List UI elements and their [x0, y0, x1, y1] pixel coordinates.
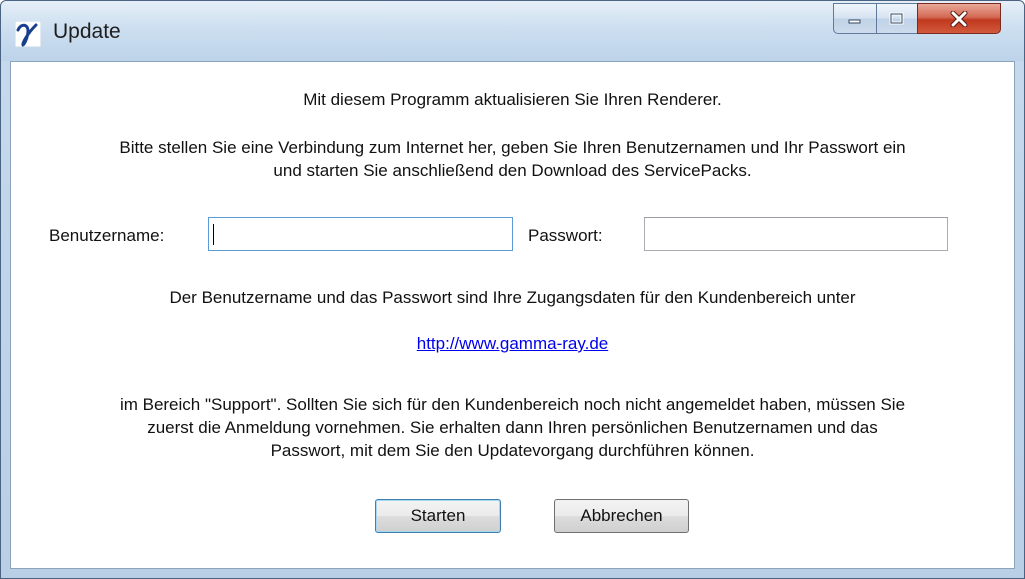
app-gamma-icon: [15, 21, 41, 47]
minimize-button[interactable]: [833, 3, 877, 34]
dialog-body: Mit diesem Programm aktualisieren Sie Ih…: [10, 61, 1015, 569]
username-label: Benutzername:: [49, 226, 165, 245]
update-window: Update Mit diesem Programm aktualisieren…: [0, 0, 1025, 579]
support-text-line-3: Passwort, mit dem Sie den Updatevorgang …: [270, 441, 755, 460]
instructions-line-1: Bitte stellen Sie eine Verbindung zum In…: [119, 138, 906, 157]
text-caret: [213, 224, 214, 245]
close-icon: [950, 10, 968, 27]
cancel-button[interactable]: Abbrechen: [554, 499, 689, 533]
website-link[interactable]: http://www.gamma-ray.de: [11, 334, 1014, 354]
maximize-icon: [889, 12, 904, 24]
start-button[interactable]: Starten: [375, 499, 501, 533]
support-text-line-1: im Bereich "Support". Sollten Sie sich f…: [119, 395, 906, 414]
instructions-line-2: und starten Sie anschließend den Downloa…: [273, 161, 752, 180]
username-input[interactable]: [208, 217, 513, 251]
credentials-note: Der Benutzername und das Passwort sind I…: [169, 288, 856, 307]
close-button[interactable]: [917, 3, 1001, 34]
support-text-line-2: zuerst die Anmeldung vornehmen. Sie erha…: [147, 418, 878, 437]
maximize-button[interactable]: [876, 3, 918, 34]
window-title: Update: [53, 20, 121, 43]
minimize-icon: [848, 19, 861, 23]
title-bar[interactable]: Update: [1, 1, 1024, 61]
password-input[interactable]: [644, 217, 948, 251]
intro-text: Mit diesem Programm aktualisieren Sie Ih…: [303, 90, 722, 109]
password-label: Passwort:: [528, 226, 603, 245]
